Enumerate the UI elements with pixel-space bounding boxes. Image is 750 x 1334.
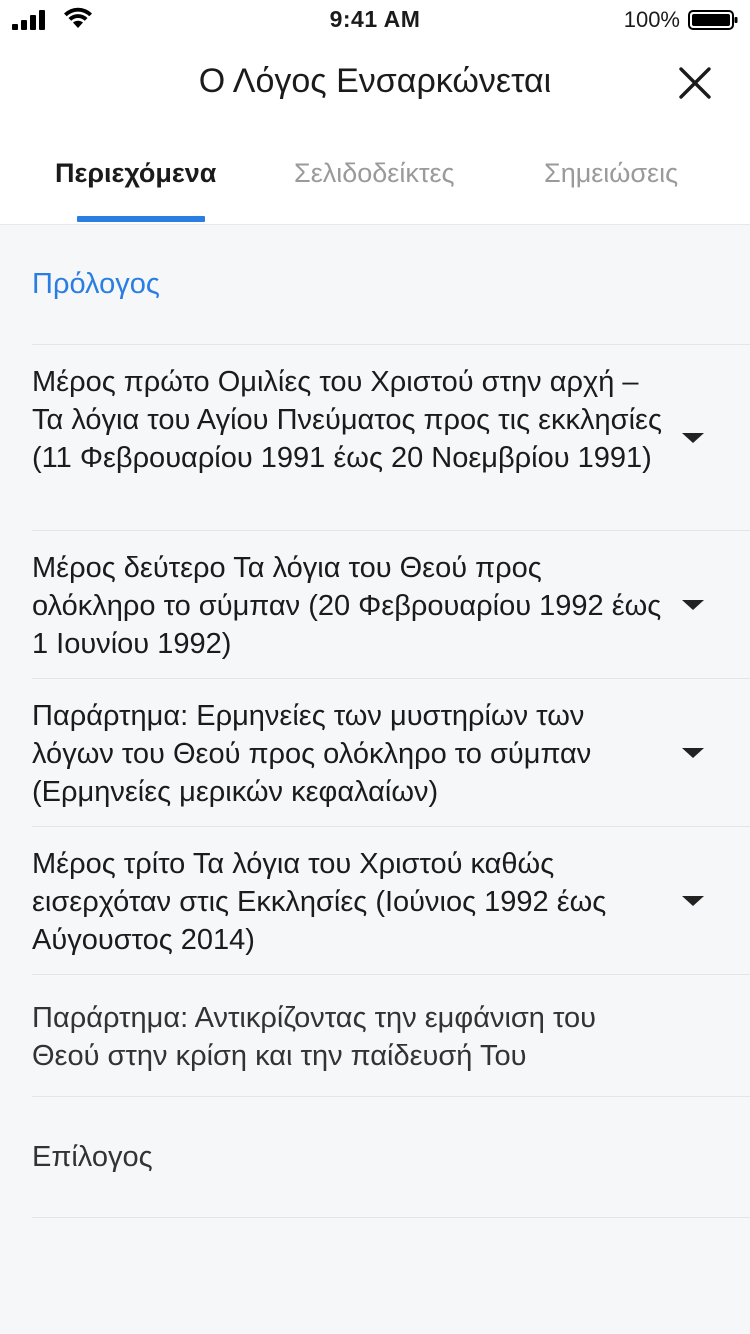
chevron-down-icon[interactable] <box>682 600 704 610</box>
status-bar: 9:41 AM 100% <box>0 0 750 40</box>
list-item-appendix-two[interactable]: Παράρτημα: Αντικρίζοντας την εμφάνιση το… <box>32 975 750 1097</box>
chevron-down-icon[interactable] <box>682 433 704 443</box>
chevron-down-icon[interactable] <box>682 896 704 906</box>
list-item-label: Επίλογος <box>32 1141 153 1173</box>
close-icon[interactable] <box>678 66 712 100</box>
tab-bar: Περιεχόμενα Σελιδοδείκτες Σημειώσεις <box>0 158 750 198</box>
list-item-label: Μέρος τρίτο Τα λόγια του Χριστού καθώς ε… <box>32 848 607 956</box>
active-tab-indicator <box>77 216 205 222</box>
list-item-epilogue[interactable]: Επίλογος <box>32 1097 750 1218</box>
list-item-label: Μέρος δεύτερο Τα λόγια του Θεού προς ολό… <box>32 552 662 660</box>
tab-notes[interactable]: Σημειώσεις <box>544 158 678 189</box>
list-item-prologue[interactable]: Πρόλογος <box>32 224 750 345</box>
list-item-part-three[interactable]: Μέρος τρίτο Τα λόγια του Χριστού καθώς ε… <box>32 827 750 975</box>
book-title: Ο Λόγος Ενσαρκώνεται <box>198 62 552 100</box>
battery-icon <box>688 10 738 30</box>
battery-percent: 100% <box>623 7 680 32</box>
list-item-label: Πρόλογος <box>32 268 160 300</box>
list-item-part-one[interactable]: Μέρος πρώτο Ομιλίες του Χριστού στην αρχ… <box>32 345 750 531</box>
list-item-part-two[interactable]: Μέρος δεύτερο Τα λόγια του Θεού προς ολό… <box>32 531 750 679</box>
chevron-down-icon[interactable] <box>682 748 704 758</box>
list-item-appendix-one[interactable]: Παράρτημα: Ερμηνείες των μυστηρίων των λ… <box>32 679 750 827</box>
tab-bookmarks[interactable]: Σελιδοδείκτες <box>294 158 455 189</box>
list-item-label: Μέρος πρώτο Ομιλίες του Χριστού στην αρχ… <box>32 366 662 474</box>
contents-list: Πρόλογος Μέρος πρώτο Ομιλίες του Χριστού… <box>0 224 750 1218</box>
list-item-label: Παράρτημα: Ερμηνείες των μυστηρίων των λ… <box>32 700 592 808</box>
list-item-label: Παράρτημα: Αντικρίζοντας την εμφάνιση το… <box>32 1002 597 1072</box>
tab-contents[interactable]: Περιεχόμενα <box>55 158 216 189</box>
